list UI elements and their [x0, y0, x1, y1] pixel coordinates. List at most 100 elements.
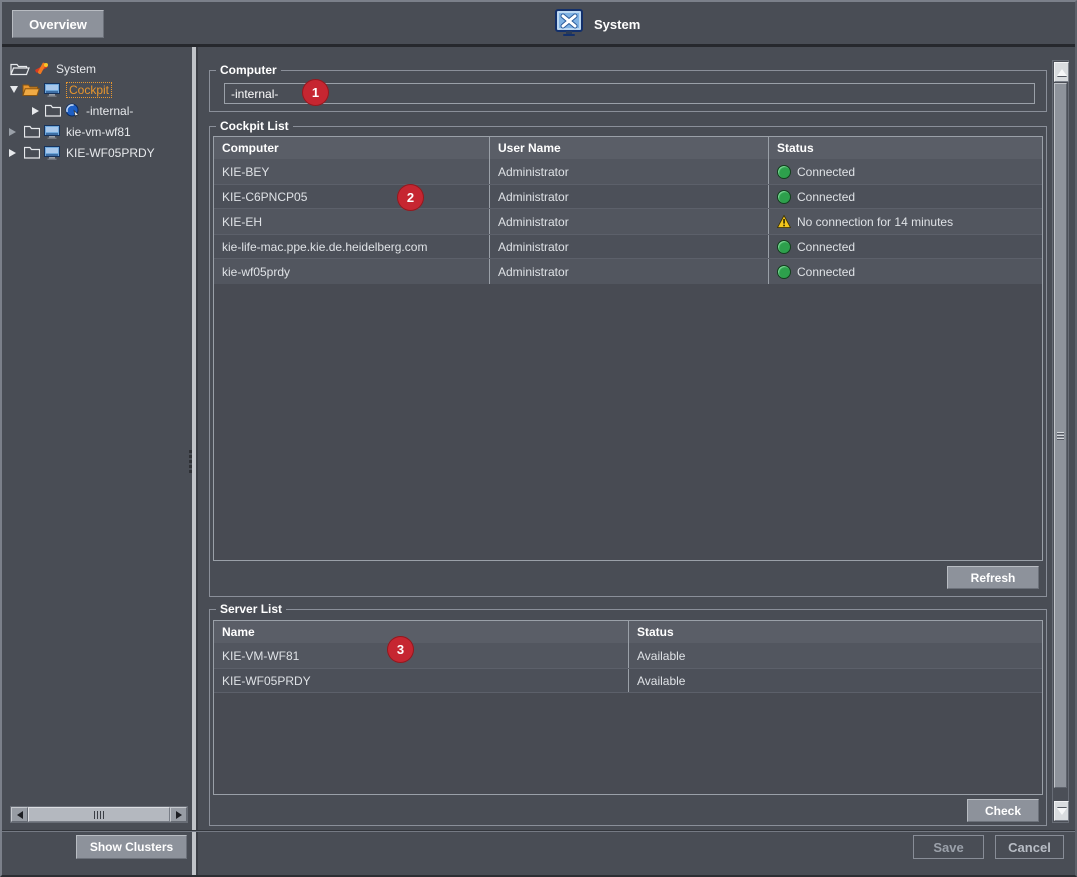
user-name-cell: Administrator — [498, 215, 569, 229]
computer-cell: KIE-EH — [222, 215, 262, 229]
vertical-scrollbar-thumb[interactable] — [1054, 83, 1067, 788]
callout-badge-1: 1 — [302, 79, 329, 106]
status-warning-icon — [777, 215, 791, 228]
save-button[interactable]: Save — [913, 835, 984, 859]
collapsed-arrow-icon[interactable] — [9, 149, 16, 157]
tree-item-internal[interactable]: -internal- — [4, 100, 190, 121]
computer-cell: KIE-C6PNCP05 — [222, 190, 307, 204]
status-cell: Connected — [797, 190, 855, 204]
tree-item-label: -internal- — [86, 104, 133, 118]
status-cell: Available — [637, 674, 685, 688]
tree-item-system[interactable]: System — [4, 58, 190, 79]
computer-icon — [44, 83, 60, 97]
server-list-group: Server List Name Status KIE-VM-WF81 Avai… — [209, 609, 1047, 826]
user-name-cell: Administrator — [498, 240, 569, 254]
cockpit-table-row[interactable]: kie-wf05prdy Administrator Connected — [214, 259, 1042, 284]
tree-horizontal-scrollbar[interactable] — [10, 806, 188, 823]
cockpit-table-header[interactable]: Computer User Name Status — [214, 137, 1042, 159]
footer-divider — [2, 830, 1075, 832]
status-connected-icon — [777, 190, 791, 204]
computer-cell: kie-life-mac.ppe.kie.de.heidelberg.com — [222, 240, 427, 254]
panel-splitter[interactable] — [192, 47, 198, 877]
cockpit-table-row[interactable]: KIE-BEY Administrator Connected — [214, 159, 1042, 184]
server-table-row[interactable]: KIE-VM-WF81 Available — [214, 643, 1042, 668]
status-connected-icon — [777, 165, 791, 179]
tree-item-label-selected: Cockpit — [66, 82, 112, 98]
system-tools-icon — [34, 61, 50, 76]
tree-item-kie-vm-wf81[interactable]: kie-vm-wf81 — [4, 121, 190, 142]
closed-folder-icon — [45, 104, 61, 117]
status-connected-icon — [777, 265, 791, 279]
computer-icon — [44, 146, 60, 160]
tree-item-label: KIE-WF05PRDY — [66, 146, 155, 160]
column-header-status[interactable]: Status — [629, 621, 1042, 643]
status-cell: Connected — [797, 265, 855, 279]
scroll-left-button[interactable] — [11, 807, 28, 822]
server-table: Name Status KIE-VM-WF81 Available KIE-WF… — [213, 620, 1043, 795]
callout-badge-3: 3 — [387, 636, 414, 663]
horizontal-scrollbar-thumb[interactable] — [28, 807, 170, 822]
computer-group-legend: Computer — [216, 63, 281, 77]
open-folder-icon — [22, 83, 40, 97]
navigation-tree: System Cockpit — [4, 58, 190, 163]
check-button[interactable]: Check — [967, 799, 1039, 822]
closed-folder-icon — [24, 125, 40, 138]
tree-item-kie-wf05prdy[interactable]: KIE-WF05PRDY — [4, 142, 190, 163]
right-arrow-icon — [176, 811, 182, 819]
user-name-cell: Administrator — [498, 165, 569, 179]
closed-folder-icon — [24, 146, 40, 159]
cancel-button[interactable]: Cancel — [995, 835, 1064, 859]
cockpit-table: Computer User Name Status KIE-BEY Admini… — [213, 136, 1043, 561]
user-name-cell: Administrator — [498, 265, 569, 279]
cockpit-list-legend: Cockpit List — [216, 119, 293, 133]
callout-badge-2: 2 — [397, 184, 424, 211]
collapsed-arrow-icon[interactable] — [32, 107, 39, 115]
cockpit-table-row[interactable]: kie-life-mac.ppe.kie.de.heidelberg.com A… — [214, 234, 1042, 259]
computer-cell: KIE-BEY — [222, 165, 269, 179]
name-cell: KIE-WF05PRDY — [222, 674, 311, 688]
cockpit-table-row[interactable]: KIE-C6PNCP05 Administrator Connected — [214, 184, 1042, 209]
computer-cell: kie-wf05prdy — [222, 265, 290, 279]
column-header-status[interactable]: Status — [769, 137, 1042, 159]
down-arrow-icon — [1057, 808, 1067, 815]
column-header-computer[interactable]: Computer — [214, 137, 490, 159]
application-window: Overview System — [0, 0, 1077, 877]
splitter-grip-icon — [189, 450, 193, 473]
status-cell: Available — [637, 649, 685, 663]
server-list-legend: Server List — [216, 602, 286, 616]
cockpit-table-row[interactable]: KIE-EH Administrator No connection for 1… — [214, 209, 1042, 234]
overview-button[interactable]: Overview — [12, 10, 104, 38]
top-toolbar: Overview System — [2, 2, 1075, 47]
scrollbar-grip-icon — [1057, 432, 1064, 439]
status-cell: Connected — [797, 240, 855, 254]
tree-item-label: kie-vm-wf81 — [66, 125, 131, 139]
cockpit-list-group: Cockpit List Computer User Name Status K… — [209, 126, 1047, 597]
scroll-right-button[interactable] — [170, 807, 187, 822]
name-cell: KIE-VM-WF81 — [222, 649, 299, 663]
computer-group: Computer — [209, 70, 1047, 112]
content-vertical-scrollbar[interactable] — [1052, 60, 1069, 823]
server-table-header[interactable]: Name Status — [214, 621, 1042, 643]
collapsed-arrow-icon[interactable] — [9, 128, 16, 136]
status-cell: Connected — [797, 165, 855, 179]
window-title-group: System — [553, 7, 640, 41]
column-header-name[interactable]: Name — [214, 621, 629, 643]
column-header-user-name[interactable]: User Name — [490, 137, 769, 159]
open-folder-outline-icon — [10, 62, 30, 76]
computer-input[interactable] — [224, 83, 1035, 104]
expanded-arrow-icon[interactable] — [10, 86, 18, 93]
scroll-down-button[interactable] — [1054, 801, 1069, 821]
show-clusters-button[interactable]: Show Clusters — [76, 835, 187, 859]
computer-icon — [44, 125, 60, 139]
left-arrow-icon — [17, 811, 23, 819]
scroll-up-button[interactable] — [1054, 62, 1069, 82]
up-arrow-icon — [1057, 69, 1067, 76]
user-name-cell: Administrator — [498, 190, 569, 204]
server-table-row[interactable]: KIE-WF05PRDY Available — [214, 668, 1042, 693]
tree-item-cockpit[interactable]: Cockpit — [4, 79, 190, 100]
status-cell: No connection for 14 minutes — [797, 215, 953, 229]
tree-item-label: System — [56, 62, 96, 76]
refresh-button[interactable]: Refresh — [947, 566, 1039, 589]
status-connected-icon — [777, 240, 791, 254]
globe-icon — [65, 103, 80, 118]
